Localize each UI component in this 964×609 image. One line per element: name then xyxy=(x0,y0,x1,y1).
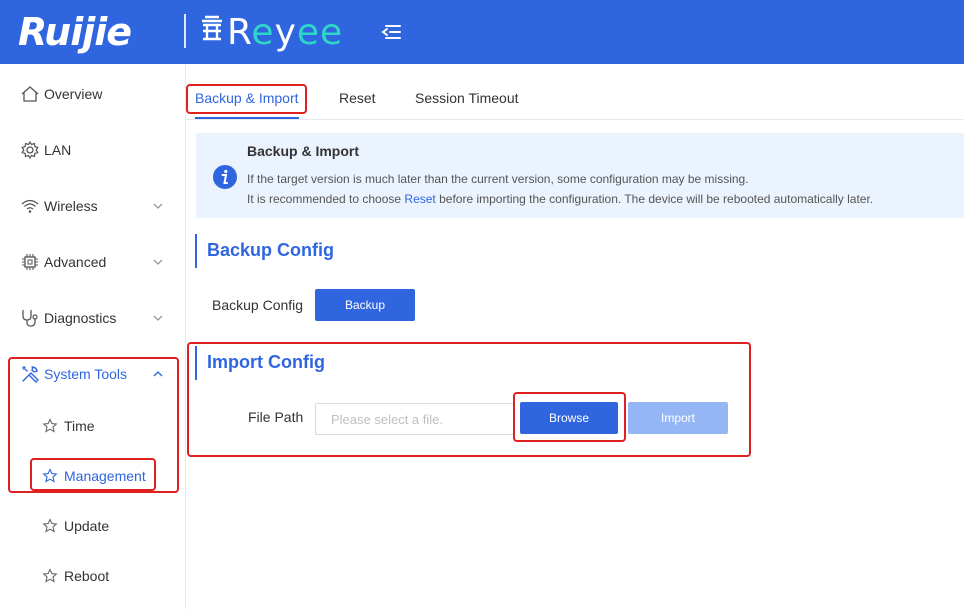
sidebar-item-lan[interactable]: LAN xyxy=(0,122,185,178)
sidebar-subitem-time[interactable]: Time xyxy=(0,406,185,446)
stethoscope-icon xyxy=(22,310,38,327)
sidebar-item-overview[interactable]: Overview xyxy=(0,66,185,122)
active-tab-indicator xyxy=(195,117,299,119)
alert-text-prefix: It is recommended to choose xyxy=(247,192,405,206)
sidebar-item-diagnostics[interactable]: Diagnostics xyxy=(0,290,185,346)
sidebar-subitem-label: Reboot xyxy=(64,568,110,584)
alert-text-suffix: before importing the configuration. The … xyxy=(435,192,874,206)
sidebar-subitem-label: Management xyxy=(64,468,146,484)
star-icon xyxy=(42,468,58,483)
chevron-down-icon xyxy=(153,315,163,321)
info-icon xyxy=(213,165,237,189)
ruijie-logo: Ruijie xyxy=(18,10,132,54)
file-path-input[interactable] xyxy=(315,403,515,435)
backup-config-section-title: Backup Config xyxy=(195,234,395,268)
sidebar-item-system-tools[interactable]: System Tools xyxy=(0,346,185,402)
chevron-up-icon xyxy=(153,371,163,377)
tab-reset[interactable]: Reset xyxy=(339,90,376,106)
browse-button[interactable]: Browse xyxy=(520,402,618,434)
star-icon xyxy=(42,568,58,583)
sidebar-item-advanced[interactable]: Advanced xyxy=(0,234,185,290)
sidebar-item-label: LAN xyxy=(44,142,72,158)
tab-session-timeout[interactable]: Session Timeout xyxy=(415,90,519,106)
alert-text: It is recommended to choose Reset before… xyxy=(247,192,873,206)
alert-text: If the target version is much later than… xyxy=(247,172,749,186)
info-alert: Backup & Import If the target version is… xyxy=(196,133,964,218)
reyee-logo: Reyee xyxy=(199,10,343,54)
chip-icon xyxy=(22,254,38,270)
sidebar-item-label: System Tools xyxy=(44,366,127,382)
sidebar-item-label: Wireless xyxy=(44,198,98,214)
star-icon xyxy=(42,418,58,433)
reyee-wordmark: Reyee xyxy=(227,11,344,53)
backup-config-label: Backup Config xyxy=(212,297,304,313)
sidebar-subitem-label: Update xyxy=(64,518,110,534)
tab-backup-import[interactable]: Backup & Import xyxy=(195,90,299,106)
sidebar-item-label: Overview xyxy=(44,86,103,102)
chevron-down-icon xyxy=(153,259,163,265)
sidebar-item-label: Advanced xyxy=(44,254,107,270)
menu-collapse-icon[interactable] xyxy=(380,20,402,44)
import-button[interactable]: Import xyxy=(628,402,728,434)
sidebar-subitem-update[interactable]: Update xyxy=(0,506,185,546)
gear-icon xyxy=(21,140,39,160)
backup-button[interactable]: Backup xyxy=(315,289,415,321)
sidebar: Overview LAN Wireless Advanced Diagnosti… xyxy=(0,64,186,609)
top-header: Ruijie Reyee xyxy=(0,0,964,64)
tools-icon xyxy=(22,366,39,383)
sidebar-subitem-management[interactable]: Management xyxy=(0,456,185,496)
file-path-label: File Path xyxy=(248,409,304,425)
sidebar-subitem-label: Time xyxy=(64,418,95,434)
sidebar-item-label: Diagnostics xyxy=(44,310,117,326)
tab-bar: Backup & Import Reset Session Timeout xyxy=(186,64,964,120)
sidebar-item-wireless[interactable]: Wireless xyxy=(0,178,185,234)
star-icon xyxy=(42,518,58,533)
wifi-icon xyxy=(21,199,39,213)
logo-divider xyxy=(184,14,186,48)
alert-title: Backup & Import xyxy=(247,143,360,159)
home-icon xyxy=(21,86,39,102)
import-config-section-title: Import Config xyxy=(195,346,395,380)
sidebar-subitem-reboot[interactable]: Reboot xyxy=(0,556,185,596)
reset-link[interactable]: Reset xyxy=(404,192,435,206)
reyee-mark-icon xyxy=(199,13,225,51)
chevron-down-icon xyxy=(153,203,163,209)
